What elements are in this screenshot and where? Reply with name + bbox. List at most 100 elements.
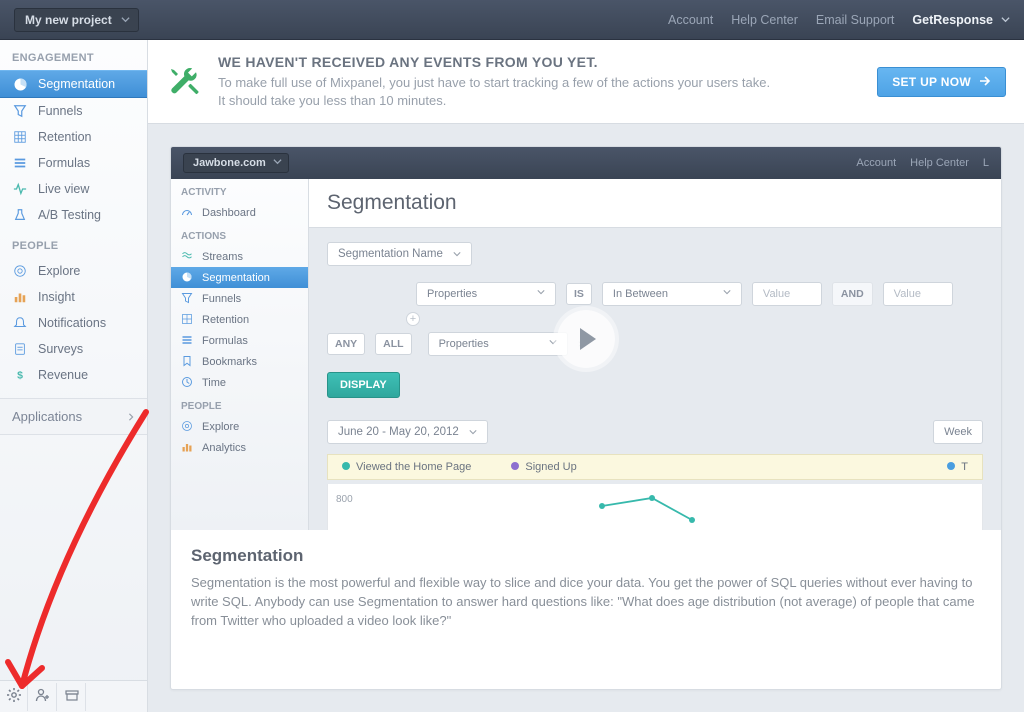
- sidebar-section-engagement: ENGAGEMENT: [0, 40, 147, 70]
- legend-label: Signed Up: [525, 461, 576, 473]
- content: Jawbone.com Account Help Center L ACTIVI…: [148, 124, 1024, 712]
- archive-button[interactable]: [58, 683, 86, 711]
- setup-banner: WE HAVEN'T RECEIVED ANY EVENTS FROM YOU …: [148, 40, 1024, 124]
- operator-is: IS: [566, 283, 592, 305]
- banner-title: WE HAVEN'T RECEIVED ANY EVENTS FROM YOU …: [218, 54, 778, 70]
- sidebar-item-formulas[interactable]: Formulas: [0, 150, 147, 176]
- sidebar-item-notifications[interactable]: Notifications: [0, 310, 147, 336]
- y-axis-label: 800: [336, 494, 353, 505]
- dropdown-label: Properties: [427, 288, 477, 300]
- brand-dropdown[interactable]: GetResponse: [912, 13, 1010, 27]
- chevron-down-icon: [121, 13, 130, 27]
- preview-item-time: Time: [171, 372, 308, 393]
- settings-button[interactable]: [0, 683, 28, 711]
- tools-icon: [166, 64, 202, 100]
- properties-dropdown-1: Properties: [416, 282, 556, 306]
- sidebar-item-surveys[interactable]: Surveys: [0, 336, 147, 362]
- preview-section-activity: ACTIVITY: [171, 179, 308, 202]
- sidebar-item-retention[interactable]: Retention: [0, 124, 147, 150]
- sidebar-item-label: Surveys: [38, 342, 83, 356]
- sidebar-item-insight[interactable]: Insight: [0, 284, 147, 310]
- feature-description: Segmentation Segmentation is the most po…: [171, 530, 1001, 653]
- legend-label: T: [961, 461, 968, 473]
- invite-user-button[interactable]: [29, 683, 57, 711]
- sidebar-item-label: Revenue: [38, 368, 88, 382]
- sidebar-bottom-toolbar: [0, 680, 147, 712]
- feature-card: Jawbone.com Account Help Center L ACTIVI…: [170, 146, 1002, 690]
- sidebar-item-ab-testing[interactable]: A/B Testing: [0, 202, 147, 228]
- value-input-2: Value: [883, 282, 953, 306]
- chart-legend: Viewed the Home Page Signed Up T: [327, 454, 983, 480]
- daterange-dropdown: June 20 - May 20, 2012: [327, 420, 488, 444]
- week-button: Week: [933, 420, 983, 444]
- banner-body: To make full use of Mixpanel, you just h…: [218, 74, 778, 109]
- setup-now-button[interactable]: SET UP NOW: [877, 67, 1006, 97]
- sidebar-item-segmentation[interactable]: Segmentation: [0, 70, 147, 98]
- preview-item-segmentation: Segmentation: [171, 267, 308, 288]
- chevron-down-icon: [273, 157, 282, 169]
- preview-item-analytics: Analytics: [171, 437, 308, 458]
- preview-sidebar: ACTIVITY Dashboard ACTIONS Streams Segme…: [171, 179, 309, 530]
- sidebar-item-funnels[interactable]: Funnels: [0, 98, 147, 124]
- gear-icon: [6, 687, 22, 706]
- preview-project-dropdown: Jawbone.com: [183, 153, 289, 173]
- sidebar-item-live-view[interactable]: Live view: [0, 176, 147, 202]
- nav-account[interactable]: Account: [668, 13, 713, 27]
- stream-icon: [181, 250, 194, 263]
- sidebar-item-label: Insight: [38, 290, 75, 304]
- add-condition-icon: +: [406, 312, 420, 326]
- sidebar-item-label: Retention: [38, 130, 92, 144]
- pie-icon: [12, 76, 28, 92]
- legend-dot-teal: [342, 462, 350, 470]
- preview-item-streams: Streams: [171, 246, 308, 267]
- bookmark-icon: [181, 355, 194, 368]
- sidebar-item-label: Explore: [38, 264, 80, 278]
- preview-item-funnels: Funnels: [171, 288, 308, 309]
- sidebar: ENGAGEMENT Segmentation Funnels Retentio…: [0, 40, 148, 712]
- preview-item-label: Streams: [202, 251, 243, 263]
- arrow-right-icon: [979, 75, 991, 89]
- gauge-icon: [181, 206, 194, 219]
- project-name: My new project: [25, 13, 112, 27]
- all-button: ALL: [375, 333, 411, 355]
- properties-dropdown-2: Properties: [428, 332, 568, 356]
- sidebar-item-label: A/B Testing: [38, 208, 101, 222]
- top-nav-right: Account Help Center Email Support GetRes…: [668, 13, 1010, 27]
- segmentation-name-dropdown: Segmentation Name: [327, 242, 472, 266]
- preview-item-label: Bookmarks: [202, 356, 257, 368]
- bars-icon: [181, 441, 194, 454]
- applications-label: Applications: [12, 409, 82, 424]
- clock-icon: [181, 376, 194, 389]
- sidebar-item-label: Formulas: [38, 156, 90, 170]
- preview-item-label: Segmentation: [202, 272, 270, 284]
- preview-item-label: Funnels: [202, 293, 241, 305]
- feature-title: Segmentation: [191, 546, 981, 566]
- dropdown-label: Segmentation Name: [338, 248, 443, 260]
- preview-item-label: Formulas: [202, 335, 248, 347]
- banner-text: WE HAVEN'T RECEIVED ANY EVENTS FROM YOU …: [218, 54, 778, 109]
- video-preview: Jawbone.com Account Help Center L ACTIVI…: [171, 147, 1001, 530]
- sidebar-item-label: Notifications: [38, 316, 106, 330]
- preview-item-label: Time: [202, 377, 226, 389]
- svg-text:$: $: [17, 370, 23, 382]
- display-button: DISPLAY: [327, 372, 400, 398]
- user-add-icon: [35, 687, 51, 706]
- chevron-down-icon: [537, 288, 545, 296]
- preview-item-retention: Retention: [171, 309, 308, 330]
- preview-project-name: Jawbone.com: [193, 157, 266, 169]
- sidebar-item-revenue[interactable]: $ Revenue: [0, 362, 147, 388]
- play-icon: [580, 328, 596, 350]
- sidebar-applications[interactable]: Applications: [0, 398, 147, 435]
- project-dropdown[interactable]: My new project: [14, 8, 139, 32]
- preview-item-dashboard: Dashboard: [171, 202, 308, 223]
- preview-top-right: Account Help Center L: [856, 157, 989, 169]
- chevron-down-icon: [549, 338, 557, 346]
- main-area: WE HAVEN'T RECEIVED ANY EVENTS FROM YOU …: [148, 40, 1024, 712]
- nav-help-center[interactable]: Help Center: [731, 13, 798, 27]
- chevron-right-icon: [127, 409, 135, 424]
- sidebar-item-explore[interactable]: Explore: [0, 258, 147, 284]
- nav-email-support[interactable]: Email Support: [816, 13, 895, 27]
- play-video-button[interactable]: [557, 310, 615, 368]
- preview-item-bookmarks: Bookmarks: [171, 351, 308, 372]
- funnel-icon: [12, 103, 28, 119]
